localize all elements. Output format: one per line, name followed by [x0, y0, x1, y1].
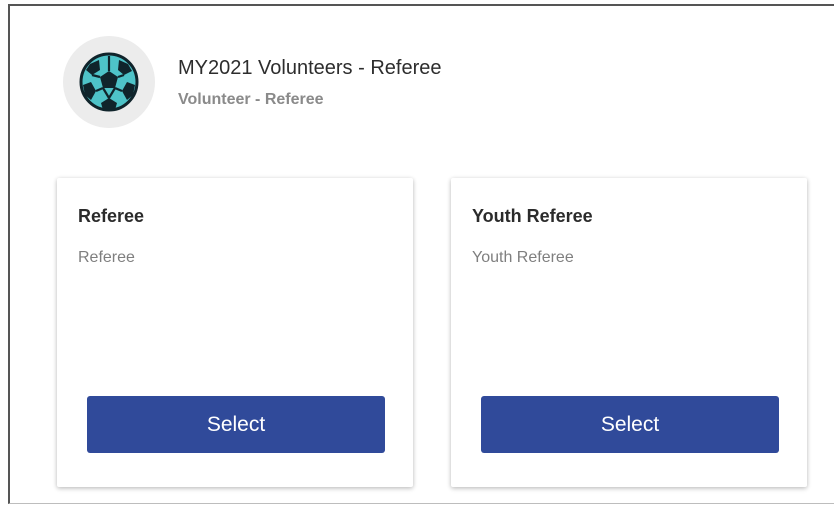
- program-avatar: [63, 36, 155, 128]
- select-button[interactable]: Select: [481, 396, 779, 453]
- program-title: MY2021 Volunteers - Referee: [178, 57, 442, 79]
- option-card-referee: Referee Referee Select: [57, 178, 413, 487]
- program-subtitle: Volunteer - Referee: [178, 91, 324, 108]
- card-description: Referee: [78, 249, 135, 266]
- option-card-youth-referee: Youth Referee Youth Referee Select: [451, 178, 807, 487]
- select-button[interactable]: Select: [87, 396, 385, 453]
- card-title: Referee: [78, 206, 145, 226]
- card-description: Youth Referee: [472, 249, 574, 266]
- card-title: Youth Referee: [472, 206, 593, 226]
- soccer-ball-icon: [79, 52, 139, 112]
